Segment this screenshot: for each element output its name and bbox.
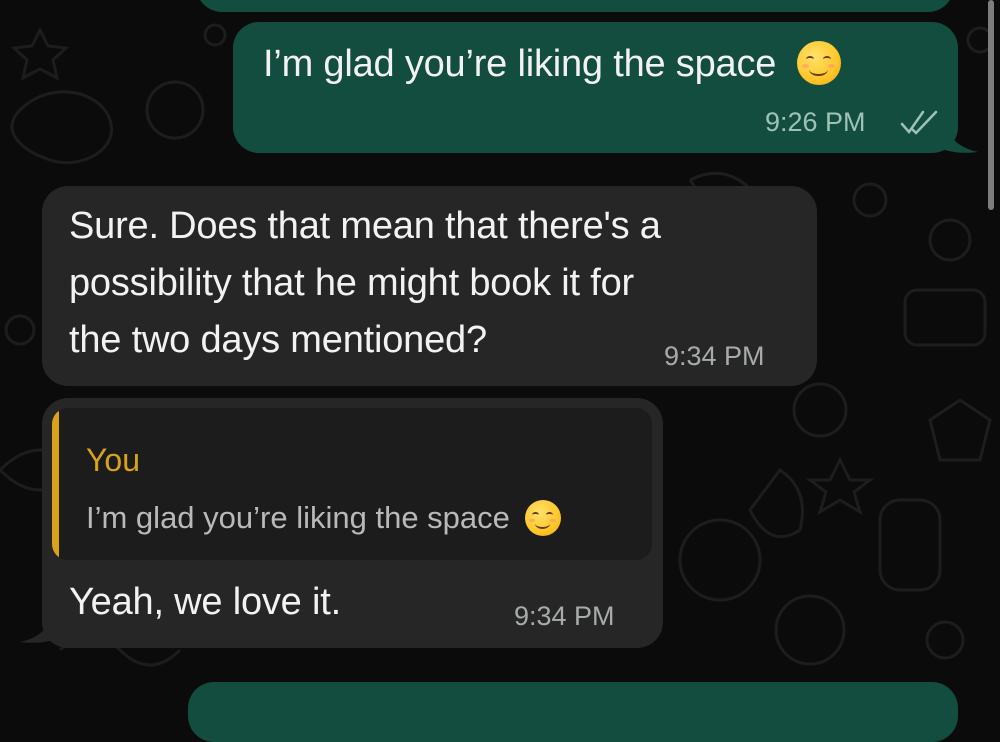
quoted-message[interactable]: You I’m glad you’re liking the space	[52, 408, 652, 560]
message-text: Sure. Does that mean that there's a poss…	[69, 198, 661, 369]
message-timestamp: 9:34 PM	[514, 601, 615, 631]
smiling-face-icon	[796, 40, 841, 85]
outgoing-message-bubble-partial[interactable]	[196, 0, 954, 12]
message-text-content: I’m glad you’re liking the space	[263, 43, 777, 85]
read-double-check-icon	[900, 110, 938, 135]
scrollbar[interactable]	[988, 0, 994, 210]
message-line: the two days mentioned?	[69, 319, 487, 361]
quoted-message-text: I’m glad you’re liking the space	[86, 499, 561, 538]
outgoing-message-bubble-partial[interactable]	[188, 682, 958, 742]
quoted-sender-name: You	[86, 442, 140, 478]
message-text: I’m glad you’re liking the space	[263, 36, 841, 93]
message-line: possibility that he might book it for	[69, 262, 634, 304]
smiling-face-icon	[524, 499, 561, 536]
message-text: Yeah, we love it.	[69, 581, 341, 623]
message-line: Sure. Does that mean that there's a	[69, 205, 661, 247]
quoted-text-content: I’m glad you’re liking the space	[86, 500, 510, 535]
bubble-tail	[940, 108, 978, 153]
message-timestamp: 9:26 PM	[765, 107, 866, 137]
outgoing-message-bubble[interactable]: I’m glad you’re liking the space 9:26 PM	[233, 22, 958, 153]
bubble-tail	[20, 598, 58, 643]
quote-accent-bar	[52, 408, 59, 560]
message-timestamp: 9:34 PM	[664, 341, 765, 371]
incoming-message-bubble[interactable]: Sure. Does that mean that there's a poss…	[42, 186, 817, 386]
incoming-reply-message-bubble[interactable]: You I’m glad you’re liking the space Yea…	[42, 398, 663, 648]
